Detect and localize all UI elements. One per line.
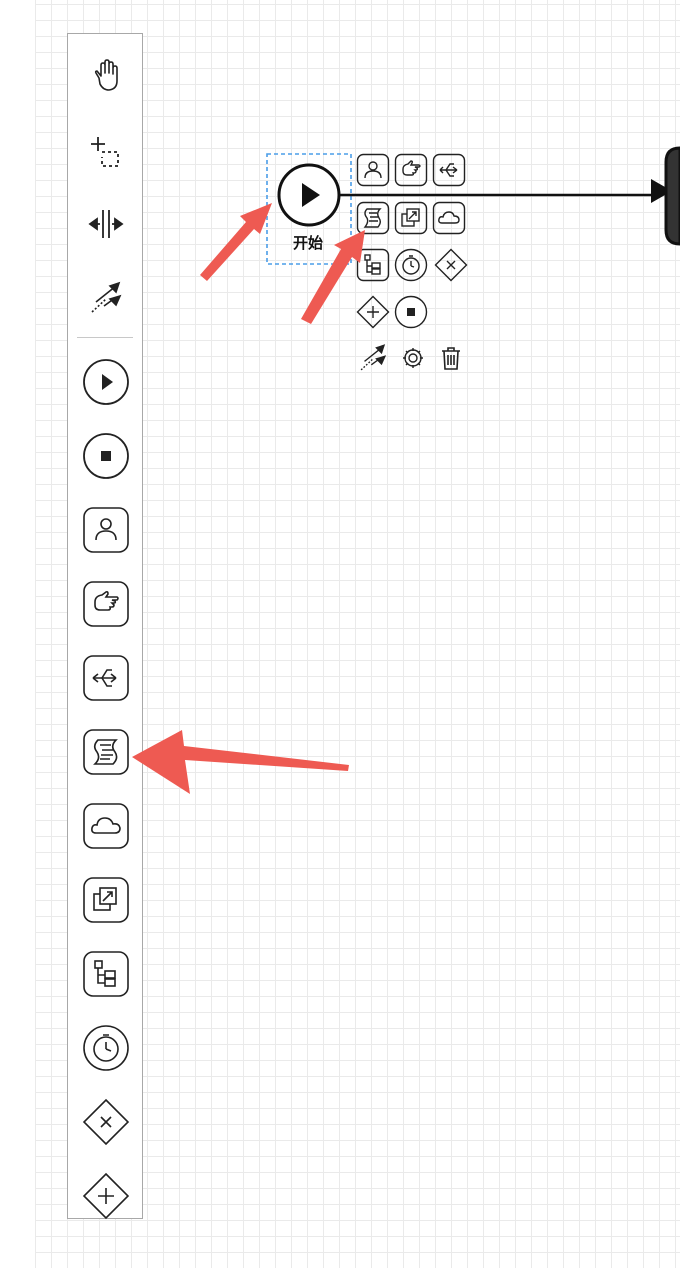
ctx-user-task[interactable] bbox=[356, 153, 390, 187]
timer-icon bbox=[394, 248, 428, 282]
next-task-shape[interactable] bbox=[664, 146, 680, 246]
start-event-label: 开始 bbox=[292, 235, 323, 252]
ctx-service-task[interactable] bbox=[432, 153, 466, 187]
exclusive-gateway-icon bbox=[434, 248, 468, 282]
script-task-icon bbox=[356, 201, 390, 235]
service-task-icon bbox=[432, 153, 466, 187]
ctx-end-event[interactable] bbox=[394, 295, 428, 329]
ctx-script-task[interactable] bbox=[356, 201, 390, 235]
ctx-manual-task[interactable] bbox=[394, 153, 428, 187]
call-activity-icon bbox=[394, 201, 428, 235]
gear-icon bbox=[403, 348, 423, 368]
ctx-exclusive-gateway[interactable] bbox=[434, 248, 468, 282]
diagram-layer bbox=[266, 146, 680, 265]
cloud-icon bbox=[432, 201, 466, 235]
parallel-gateway-icon bbox=[356, 295, 390, 329]
subprocess-icon bbox=[356, 248, 390, 282]
ctx-cloud-subprocess[interactable] bbox=[432, 201, 466, 235]
user-task-icon bbox=[356, 153, 390, 187]
trash-icon bbox=[442, 347, 460, 370]
ctx-connect[interactable] bbox=[356, 341, 390, 375]
connect-icon bbox=[360, 344, 387, 371]
ctx-settings[interactable] bbox=[396, 341, 430, 375]
ctx-timer-event[interactable] bbox=[394, 248, 428, 282]
ctx-subprocess[interactable] bbox=[356, 248, 390, 282]
sequence-flow-arrowhead bbox=[651, 179, 665, 203]
end-event-icon bbox=[394, 295, 428, 329]
manual-task-icon bbox=[394, 153, 428, 187]
ctx-call-activity[interactable] bbox=[394, 201, 428, 235]
ctx-delete[interactable] bbox=[434, 341, 468, 375]
ctx-parallel-gateway[interactable] bbox=[356, 295, 390, 329]
